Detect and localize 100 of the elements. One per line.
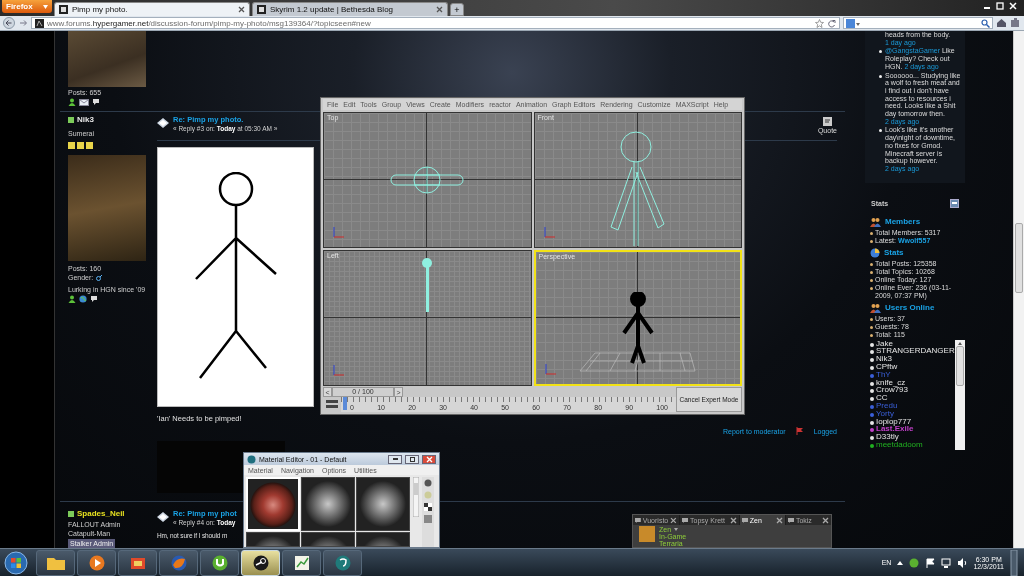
rank-pips-icon [68,142,94,150]
minus-icon [952,202,957,205]
speech-bubble-icon[interactable] [92,98,100,106]
material-sphere-slot[interactable] [301,477,355,531]
male-symbol-icon [96,274,103,281]
bullet-dot [879,50,882,54]
online-user-link[interactable]: CPftw [876,363,898,371]
steam-icon [252,554,269,571]
star-icon[interactable] [815,18,824,28]
taskbar-button[interactable] [200,549,239,576]
taskbar-button[interactable] [77,549,116,576]
caret-icon [674,528,679,531]
online-user-link[interactable]: Crow793 [876,386,908,395]
list-scrollbar[interactable] [955,339,965,450]
people-icon [870,302,881,313]
chat-bubble-icon [635,517,641,523]
browser-icon [170,554,187,571]
search-field[interactable] [843,17,993,29]
taskbar-button[interactable] [323,549,362,576]
online-user-link[interactable]: Nik3 [876,355,892,364]
taskbar-button[interactable] [282,549,321,576]
mail-icon[interactable] [79,98,89,106]
profile-icon[interactable] [68,295,76,303]
search-icon[interactable] [981,18,990,28]
bullet-dot [870,239,873,243]
bullet-dot [879,129,882,133]
torrent-icon [211,554,228,571]
minimize-icon [392,458,398,460]
backlight-icon [424,491,432,499]
start-button-icon[interactable] [4,550,28,575]
back-icon[interactable] [3,17,16,29]
maximize-icon[interactable] [995,2,1005,10]
new-tab-button[interactable]: + [450,3,464,16]
site-icon [35,18,44,28]
axis-tripod-icon [332,225,346,240]
online-user-link[interactable]: meetdadoom [876,441,923,449]
online-user-link[interactable]: knife_cz [876,378,906,387]
online-user-link[interactable]: Predu [876,402,898,410]
online-user-link[interactable]: Yorty [876,409,894,418]
browser-tab[interactable]: Pimp my photo. [54,2,250,16]
torrent-icon[interactable] [909,557,920,568]
bullet-dot [870,317,873,321]
online-user-link[interactable]: ThY [876,370,891,379]
flag-icon[interactable] [925,557,936,568]
axis-tripod-icon [543,362,558,377]
flag-icon [795,427,804,435]
avatar-placeholder [639,526,655,542]
section-heading: Users Online [885,303,935,313]
online-user-link[interactable]: Jake [876,339,893,348]
puzzle-icon[interactable] [1010,18,1021,28]
close-icon[interactable] [670,516,677,524]
bullet-dot [870,286,873,290]
speaker-icon[interactable] [957,557,968,568]
maximize-button[interactable] [405,454,419,464]
minimize-button[interactable] [388,454,402,464]
bullet-dot [870,333,873,337]
taskbar-button[interactable] [36,549,75,576]
home-icon[interactable] [996,18,1007,28]
browser-tab[interactable]: Skyrim 1.2 update | Bethesda Blog [252,2,448,16]
close-icon[interactable] [238,6,245,13]
collapse-button[interactable] [950,198,959,208]
online-user-link[interactable]: STRANGERDANGER [876,347,955,356]
online-user-link[interactable]: D33tly [876,433,899,441]
axis-tripod-icon [332,363,346,378]
globe-icon[interactable] [79,295,87,303]
wireframe-figure-drawing [421,257,434,314]
play-icon [88,554,105,571]
bullet-dot [870,325,873,329]
reload-icon[interactable] [827,18,836,28]
close-icon[interactable] [729,516,737,524]
online-user-link[interactable]: Iopiop777 [876,417,912,426]
material-sphere-slot[interactable] [356,477,410,531]
section-heading: Members [885,217,921,227]
taskbar-button[interactable] [118,549,157,576]
folder-icon [46,555,65,570]
app-icon [334,554,351,571]
timeline-thumb[interactable] [343,397,347,411]
chat-bubble-icon [682,517,688,523]
online-user-link[interactable]: Last.Exile [876,425,914,434]
chat-bubble-icon [741,517,748,523]
page-icon [257,5,266,14]
username[interactable]: Spades_Neil [77,509,125,518]
address-field[interactable]: www.forums.hypergamer.net/discussion-forum/pimp-my-photo/msg139364/?topicseen#new [31,17,840,29]
network-icon[interactable] [941,557,952,568]
profile-icon[interactable] [68,98,76,106]
checker-icon [424,503,432,511]
username[interactable]: Nik3 [77,115,94,124]
caret-icon [43,4,48,9]
pie-chart-icon [870,247,880,258]
speech-bubble-icon[interactable] [90,295,98,303]
online-user-link[interactable]: CC [876,394,888,403]
caret-up-icon[interactable] [897,560,904,565]
app-icon [247,454,256,464]
bullet-dot [870,270,873,274]
page-scrollbar[interactable] [1013,31,1024,548]
sphere-icon [424,479,432,487]
close-icon[interactable] [822,516,829,524]
bullet-dot [879,74,882,78]
post-icon [157,118,169,128]
chart-icon [293,554,310,571]
